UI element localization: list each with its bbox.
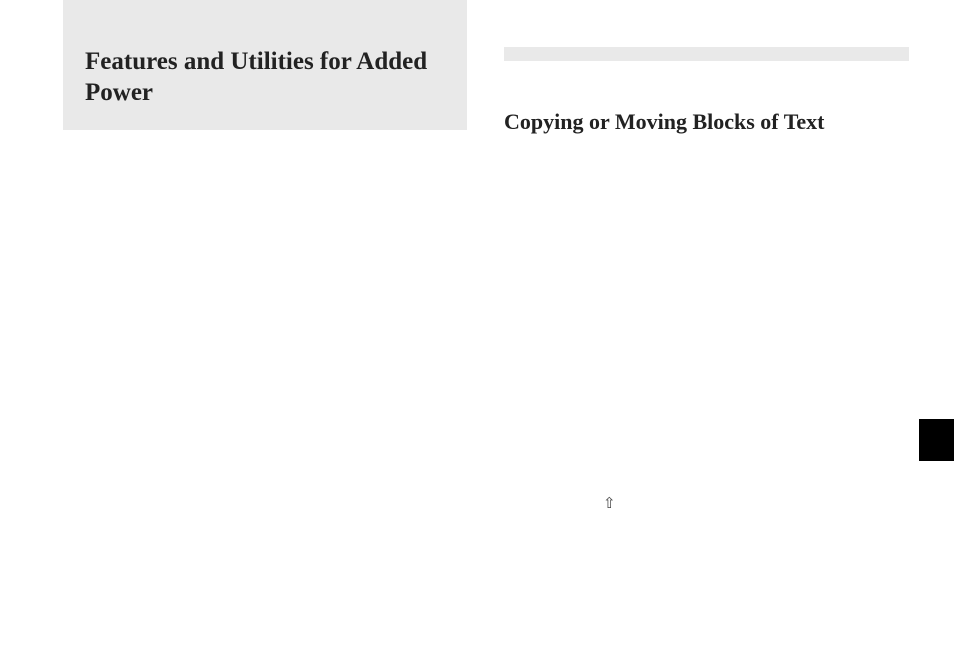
left-column: Features and Utilities for Added Power: [63, 0, 467, 130]
side-black-block: [919, 419, 954, 461]
right-column: Copying or Moving Blocks of Text: [504, 47, 909, 135]
up-arrow-icon: ⇧: [603, 494, 616, 513]
right-heading: Copying or Moving Blocks of Text: [504, 109, 909, 135]
top-bar: [504, 47, 909, 61]
left-heading: Features and Utilities for Added Power: [85, 46, 445, 109]
